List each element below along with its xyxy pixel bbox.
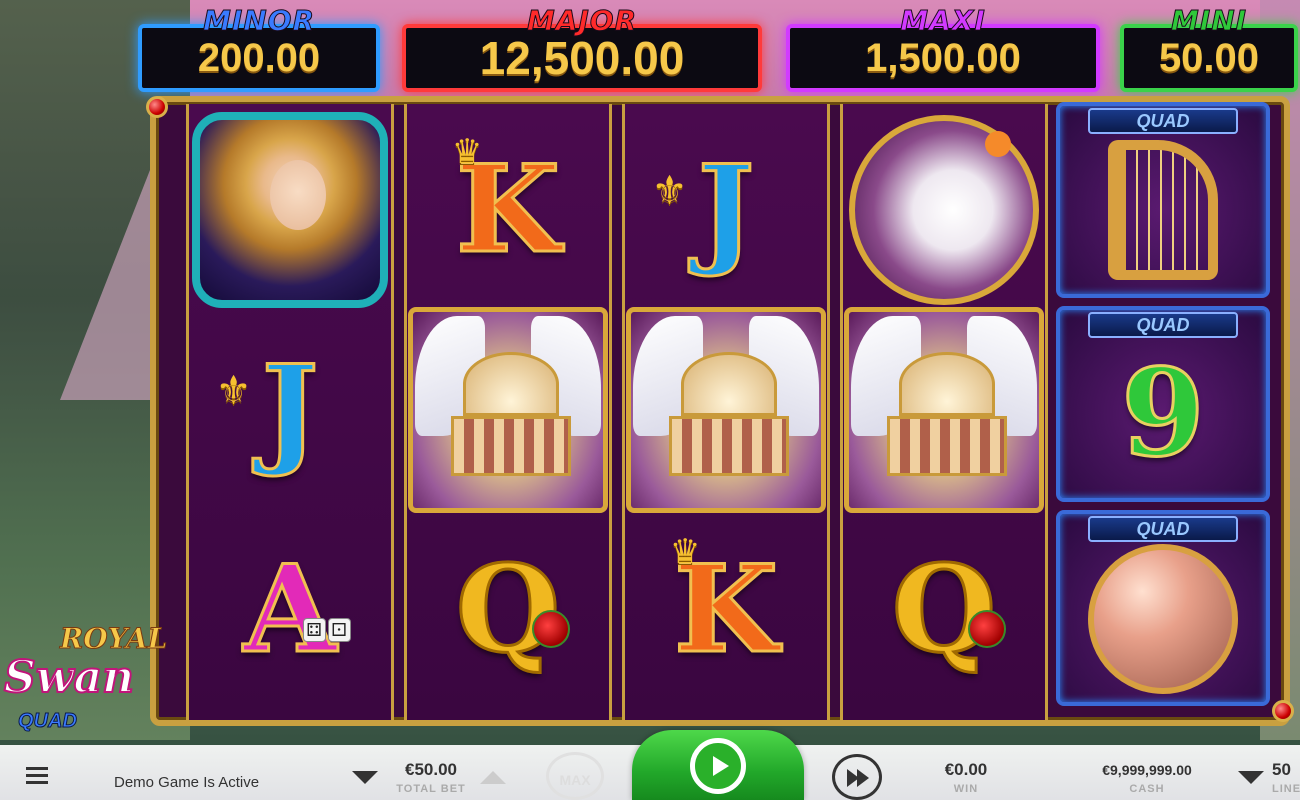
jackpot-maxi: 1,500.00 MAXI (786, 4, 1100, 92)
jackpot-mini: 50.00 MINI (1120, 4, 1298, 92)
win-label: WIN (953, 783, 979, 795)
jackpot-major: 12,500.00 MAJOR (402, 4, 762, 92)
symbol-letter: A (242, 539, 338, 680)
peach-icon (1088, 544, 1238, 694)
dice-icon: ⚃ ⚀ (302, 618, 351, 648)
jackpot-minor-title: MINOR (202, 4, 316, 37)
symbol-k: ♛ K (407, 110, 609, 310)
logo-quad: QUAD (18, 710, 78, 733)
symbol-temple (407, 307, 609, 513)
temple-icon (626, 307, 826, 513)
autoplay-icon[interactable] (832, 754, 882, 800)
harp-icon (1108, 140, 1218, 280)
frame-gem-icon (146, 96, 168, 118)
symbol-q: Q (843, 510, 1045, 710)
lines-value: 50 (1272, 760, 1291, 779)
logo-royal: ROYAL (59, 622, 168, 656)
swan-icon (849, 115, 1039, 305)
reel-1: ⚜ J A ⚃ ⚀ (186, 104, 394, 720)
symbol-j: ⚜ J (625, 110, 827, 310)
max-bet-button[interactable]: MAX (546, 752, 604, 800)
quad-badge: QUAD (1088, 312, 1238, 338)
jackpot-major-title: MAJOR (526, 4, 638, 37)
frame-gem-icon (1272, 700, 1294, 722)
bet-increase-button[interactable] (480, 771, 506, 784)
lines-decrease-button[interactable] (1238, 771, 1264, 784)
symbol-swan (843, 110, 1045, 310)
spin-button[interactable] (632, 730, 804, 800)
fleur-de-lis-icon: ⚜ (215, 369, 252, 413)
symbol-a: A ⚃ ⚀ (189, 510, 391, 710)
quad-symbol-peach: QUAD (1056, 510, 1270, 706)
reel-3: ⚜ J ♛ K (622, 104, 830, 720)
bet-decrease-button[interactable] (352, 771, 378, 784)
symbol-letter: Q (890, 539, 998, 680)
lines-label: LINES (1272, 783, 1300, 795)
crown-icon: ♛ (451, 133, 483, 171)
quad-badge: QUAD (1088, 516, 1238, 542)
quad-spin-reel: QUAD QUAD 9 QUAD (1050, 100, 1274, 720)
quad-symbol-9: QUAD 9 (1056, 306, 1270, 502)
rose-icon (968, 610, 1007, 648)
symbol-princess (189, 110, 391, 310)
spin-icon (690, 738, 746, 794)
jackpot-maxi-title: MAXI (900, 4, 986, 37)
symbol-letter: Q (454, 539, 562, 680)
princess-icon (192, 112, 388, 308)
rose-icon (532, 610, 571, 648)
temple-icon (844, 307, 1044, 513)
logo-swan: Swan (3, 651, 135, 704)
win-value: €0.00 (944, 760, 988, 779)
quad-badge: QUAD (1088, 108, 1238, 134)
symbol-k: ♛ K (625, 510, 827, 710)
quad-symbol-harp: QUAD (1056, 102, 1270, 298)
cash-label: CASH (1129, 783, 1165, 795)
symbol-j: ⚜ J (189, 310, 391, 510)
symbol-temple (625, 307, 827, 513)
reel-2: ♛ K Q (404, 104, 612, 720)
symbol-q: Q (407, 510, 609, 710)
menu-icon[interactable] (26, 767, 48, 785)
game-logo: ROYAL Swan QUAD (3, 622, 180, 742)
total-bet-value: €50.00 (405, 760, 457, 779)
reel-4: Q (840, 104, 1048, 720)
cash-value: €9,999,999.00 (1102, 762, 1192, 778)
symbol-letter: J (696, 139, 756, 280)
jackpot-mini-title: MINI (1170, 4, 1248, 37)
fleur-de-lis-icon: ⚜ (651, 169, 688, 213)
symbol-letter: 9 (1120, 343, 1206, 484)
symbol-letter: J (260, 339, 320, 480)
symbol-temple (843, 307, 1045, 513)
crown-icon: ♛ (669, 533, 701, 571)
demo-status-text: Demo Game Is Active (114, 774, 260, 791)
temple-icon (408, 307, 608, 513)
total-bet-label: TOTAL BET (396, 783, 466, 795)
jackpot-minor: 200.00 MINOR (138, 4, 380, 92)
